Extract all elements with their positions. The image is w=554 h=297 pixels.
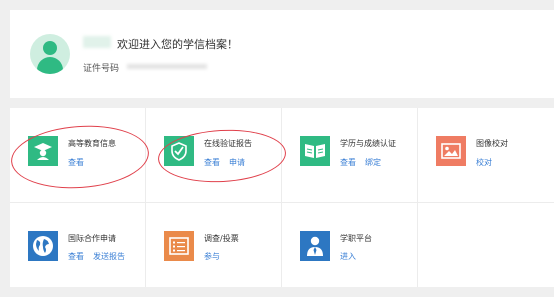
view-link[interactable]: 查看 bbox=[204, 158, 220, 167]
tile-title: 调查/投票 bbox=[204, 234, 239, 243]
tile-higher-education-info[interactable]: 高等教育信息 查看 bbox=[10, 108, 145, 202]
view-link[interactable]: 查看 bbox=[68, 252, 84, 261]
tile-survey-vote[interactable]: 调查/投票 参与 bbox=[146, 203, 281, 297]
enter-link[interactable]: 进入 bbox=[340, 252, 356, 261]
shield-check-icon bbox=[164, 136, 194, 166]
globe-icon bbox=[28, 231, 58, 261]
tile-education-and-grade-certification[interactable]: 学历与成绩认证 查看 绑定 bbox=[282, 108, 417, 202]
person-tie-icon bbox=[300, 231, 330, 261]
view-link[interactable]: 查看 bbox=[68, 158, 84, 167]
tile-title: 学历与成绩认证 bbox=[340, 139, 396, 148]
send-report-link[interactable]: 发送报告 bbox=[93, 252, 125, 261]
tile-image-proofreading[interactable]: 图像校对 校对 bbox=[418, 108, 553, 202]
avatar-body bbox=[37, 57, 63, 74]
welcome-card: 欢迎进入您的学信档案！ 证件号码 bbox=[10, 10, 554, 98]
blurred-id-number bbox=[127, 64, 207, 69]
tile-online-verification-report[interactable]: 在线验证报告 查看 申请 bbox=[146, 108, 281, 202]
bind-link[interactable]: 绑定 bbox=[365, 158, 381, 167]
book-icon bbox=[300, 136, 330, 166]
tile-title: 学职平台 bbox=[340, 234, 372, 243]
avatar bbox=[30, 34, 70, 74]
id-number-label: 证件号码 bbox=[83, 64, 120, 74]
blurred-name bbox=[83, 36, 111, 48]
proofread-link[interactable]: 校对 bbox=[476, 158, 492, 167]
tile-title: 在线验证报告 bbox=[204, 139, 252, 148]
participate-link[interactable]: 参与 bbox=[204, 252, 220, 261]
services-grid: 高等教育信息 查看 在线验证报告 查看 申请 学历与成绩认证 查看 绑定 图像校… bbox=[9, 108, 554, 287]
view-link[interactable]: 查看 bbox=[340, 158, 356, 167]
list-icon bbox=[164, 231, 194, 261]
avatar-head bbox=[43, 41, 57, 55]
graduate-icon bbox=[28, 136, 58, 166]
welcome-greeting: 欢迎进入您的学信档案！ bbox=[117, 38, 238, 51]
image-icon bbox=[436, 136, 466, 166]
tile-title: 图像校对 bbox=[476, 139, 508, 148]
tile-title: 高等教育信息 bbox=[68, 139, 116, 148]
apply-link[interactable]: 申请 bbox=[229, 158, 245, 167]
tile-title: 国际合作申请 bbox=[68, 234, 116, 243]
tile-career-platform[interactable]: 学职平台 进入 bbox=[282, 203, 417, 297]
tile-international-cooperation[interactable]: 国际合作申请 查看 发送报告 bbox=[10, 203, 145, 297]
